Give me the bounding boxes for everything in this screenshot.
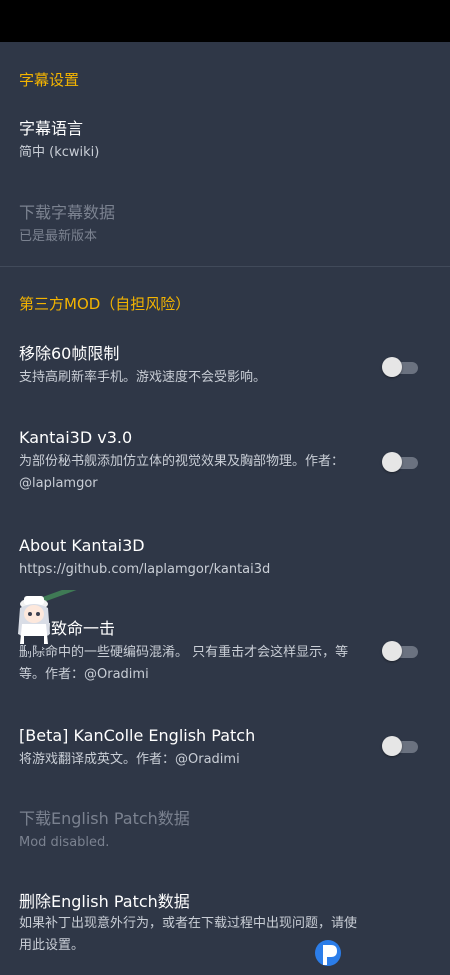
watermark-logo-icon	[315, 940, 341, 966]
toggle-switch[interactable]	[382, 640, 418, 662]
status-bar	[0, 0, 450, 42]
setting-subtitle-language[interactable]: 字幕语言 简中 (kcwiki)	[0, 118, 450, 170]
setting-title: 移除60帧限制	[19, 344, 120, 363]
setting-download-subtitles: 下载字幕数据 已是最新版本	[0, 202, 450, 254]
setting-summary: 为部份秘书舰添加仿立体的视觉效果及胸部物理。作者：@laplamgor	[19, 454, 345, 491]
setting-title: 字幕语言	[19, 119, 84, 138]
toggle-thumb	[382, 357, 402, 377]
setting-summary: https://github.com/laplamgor/kantai3d	[19, 562, 271, 577]
watermark-logo	[312, 937, 450, 973]
toggle-switch[interactable]	[382, 451, 418, 473]
setting-summary: 简中 (kcwiki)	[19, 145, 100, 160]
setting-title: 下载English Patch数据	[19, 809, 190, 828]
setting-summary: 将游戏翻译成英文。作者：@Oradimi	[19, 752, 240, 767]
setting-summary: 支持高刷新率手机。游戏速度不会受影响。	[19, 370, 267, 385]
toggle-thumb	[382, 736, 402, 756]
toggle-thumb	[382, 452, 402, 472]
toggle-switch[interactable]	[382, 735, 418, 757]
setting-title: Kantai3D v3.0	[19, 428, 133, 447]
setting-remove-fps-limit[interactable]: 移除60帧限制 支持高刷新率手机。游戏速度不会受影响。	[0, 343, 450, 395]
setting-summary: 已是最新版本	[19, 229, 98, 244]
toggle-switch[interactable]	[382, 356, 418, 378]
setting-kantai3d[interactable]: Kantai3D v3.0 为部份秘书舰添加仿立体的视觉效果及胸部物理。作者：@…	[0, 427, 450, 501]
mascot-icon	[12, 584, 82, 652]
setting-download-english-patch: 下载English Patch数据 Mod disabled.	[0, 808, 450, 860]
setting-title: 下载字幕数据	[19, 203, 116, 222]
setting-about-kantai3d[interactable]: About Kantai3D https://github.com/laplam…	[0, 535, 450, 587]
toggle-thumb	[382, 641, 402, 661]
section-divider	[0, 266, 450, 267]
section-header-subtitles: 字幕设置	[19, 71, 80, 89]
setting-title: About Kantai3D	[19, 536, 145, 555]
setting-title: 删除English Patch数据	[19, 892, 190, 911]
setting-title: [Beta] KanColle English Patch	[19, 726, 256, 745]
setting-summary: Mod disabled.	[19, 835, 110, 850]
anime-mascot-icon	[18, 584, 80, 651]
setting-english-patch[interactable]: [Beta] KanColle English Patch 将游戏翻译成英文。作…	[0, 725, 450, 777]
section-header-mods: 第三方MOD（自担风险）	[19, 295, 191, 313]
